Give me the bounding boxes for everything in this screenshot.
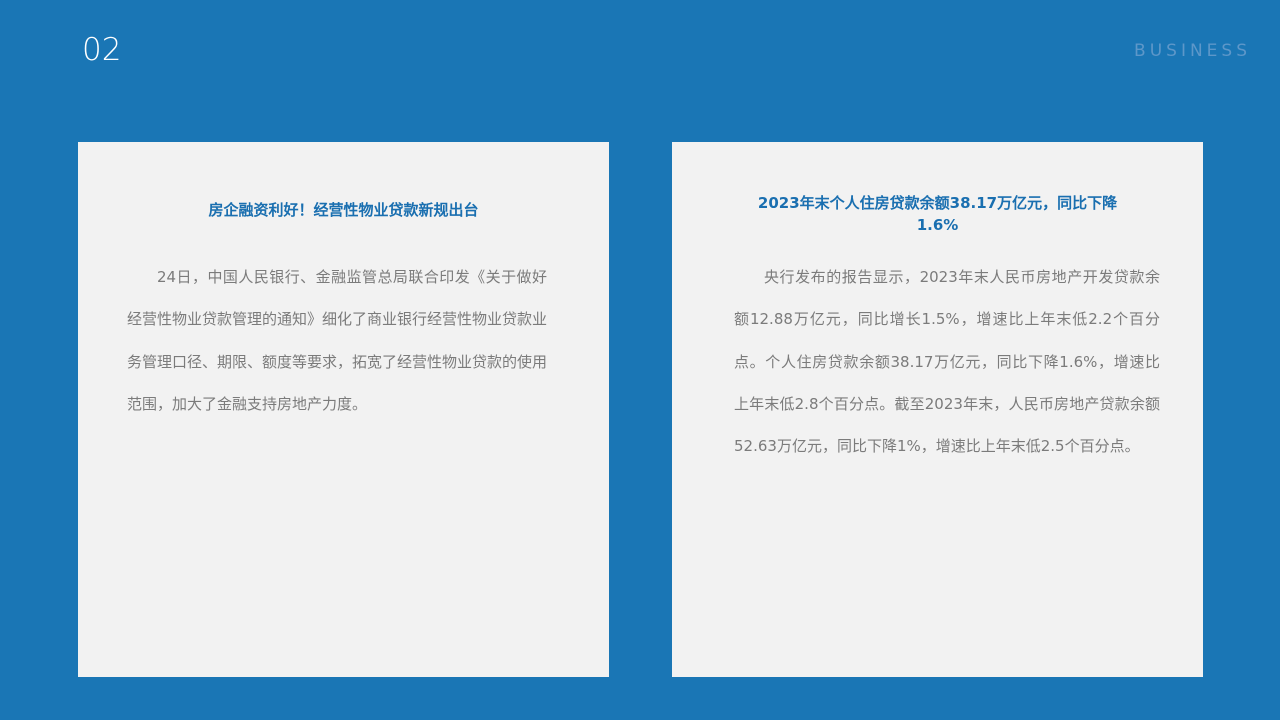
news-card-left: 房企融资利好！经营性物业贷款新规出台 24日，中国人民银行、金融监管总局联合印发…: [78, 142, 609, 677]
section-label: BUSINESS: [1134, 41, 1251, 61]
card-body: 24日，中国人民银行、金融监管总局联合印发《关于做好经营性物业贷款管理的通知》细…: [127, 268, 548, 413]
card-title: 2023年末个人住房贷款余额38.17万亿元，同比下降1.6%: [757, 194, 1118, 234]
card-body: 央行发布的报告显示，2023年末人民币房地产开发贷款余额12.88万亿元，同比增…: [734, 268, 1160, 456]
news-card-right: 2023年末个人住房贷款余额38.17万亿元，同比下降1.6% 央行发布的报告显…: [672, 142, 1203, 677]
card-title: 房企融资利好！经营性物业贷款新规出台: [208, 201, 479, 219]
slide-number: 02: [82, 32, 122, 68]
